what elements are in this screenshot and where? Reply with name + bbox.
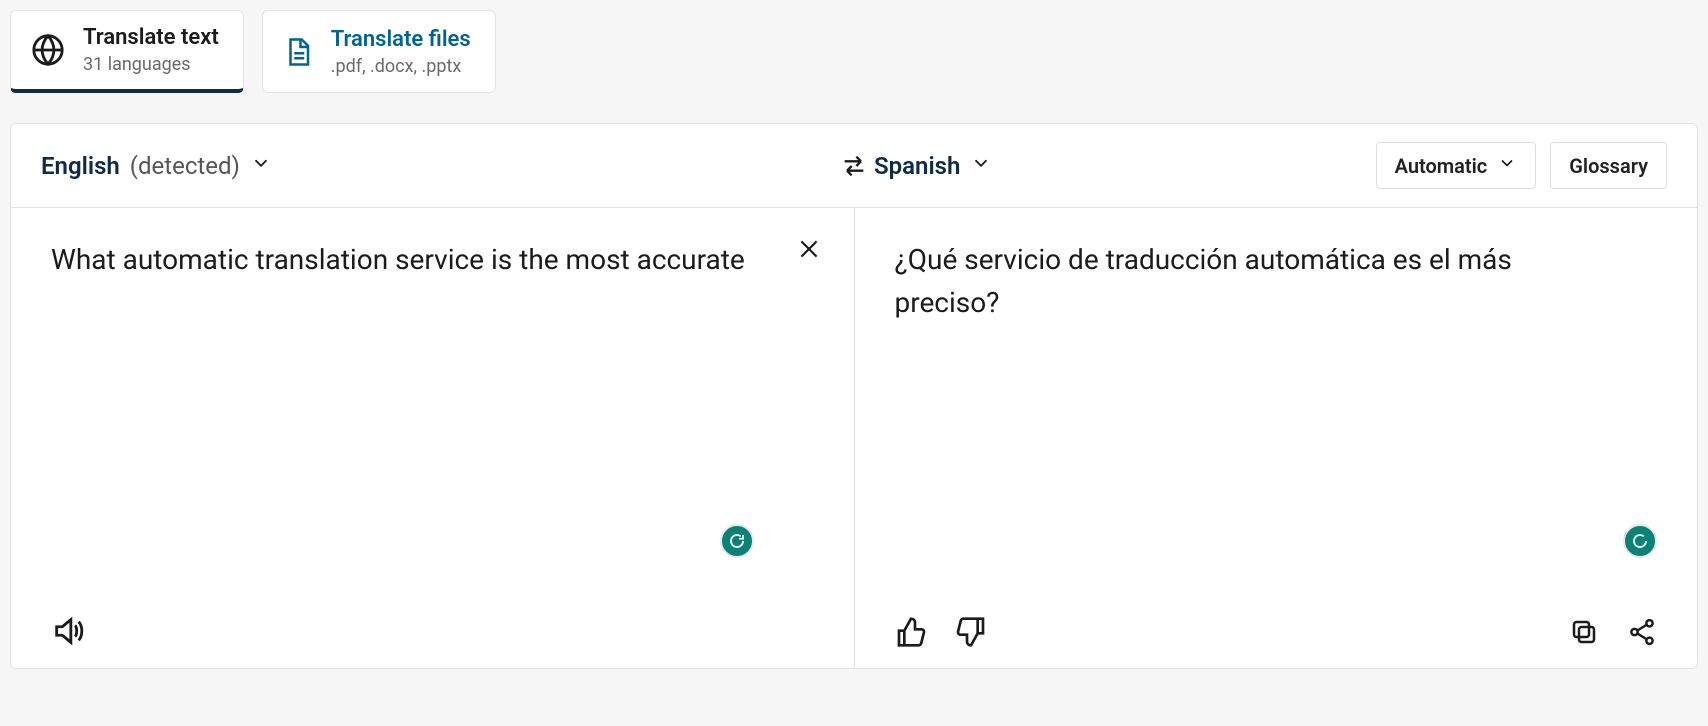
share-button[interactable] xyxy=(1627,617,1657,647)
chevron-down-icon xyxy=(1497,153,1517,178)
clear-source-button[interactable] xyxy=(796,236,822,262)
tab-translate-files[interactable]: Translate files .pdf, .docx, .pptx xyxy=(262,10,496,93)
swap-languages-button[interactable] xyxy=(840,152,868,180)
glossary-button[interactable]: Glossary xyxy=(1550,142,1667,189)
grammarly-badge-icon xyxy=(1623,524,1657,558)
mode-tabs: Translate text 31 languages Translate fi… xyxy=(0,0,1708,93)
chevron-down-icon xyxy=(970,152,992,180)
thumbs-down-button[interactable] xyxy=(955,616,987,648)
language-bar: English (detected) Spanish Automatic xyxy=(11,124,1697,208)
source-text-input[interactable] xyxy=(51,238,764,604)
tone-select[interactable]: Automatic xyxy=(1376,142,1537,189)
target-language-select[interactable]: Spanish xyxy=(874,152,992,180)
glossary-label: Glossary xyxy=(1569,154,1648,178)
tone-label: Automatic xyxy=(1395,154,1488,178)
tab-files-sub: .pdf, .docx, .pptx xyxy=(331,56,471,77)
source-language-label: English xyxy=(41,152,120,180)
tab-text-title: Translate text xyxy=(83,25,219,50)
thumbs-up-button[interactable] xyxy=(895,616,927,648)
source-language-select[interactable]: English (detected) xyxy=(41,152,272,180)
tab-translate-text[interactable]: Translate text 31 languages xyxy=(10,10,244,93)
chevron-down-icon xyxy=(250,152,272,180)
source-language-detected: (detected) xyxy=(130,152,240,180)
translator-panel: English (detected) Spanish Automatic xyxy=(10,123,1698,669)
translation-output: ¿Qué servicio de traducción automática e… xyxy=(895,238,1608,325)
tab-files-title: Translate files xyxy=(331,27,471,52)
grammarly-badge-icon xyxy=(720,524,754,558)
listen-source-button[interactable] xyxy=(51,614,85,648)
target-language-label: Spanish xyxy=(874,152,960,180)
target-pane: ¿Qué servicio de traducción automática e… xyxy=(854,208,1698,668)
copy-button[interactable] xyxy=(1569,617,1599,647)
globe-icon xyxy=(31,33,65,67)
tab-text-sub: 31 languages xyxy=(83,54,219,75)
source-pane xyxy=(11,208,854,668)
document-icon xyxy=(283,35,313,69)
